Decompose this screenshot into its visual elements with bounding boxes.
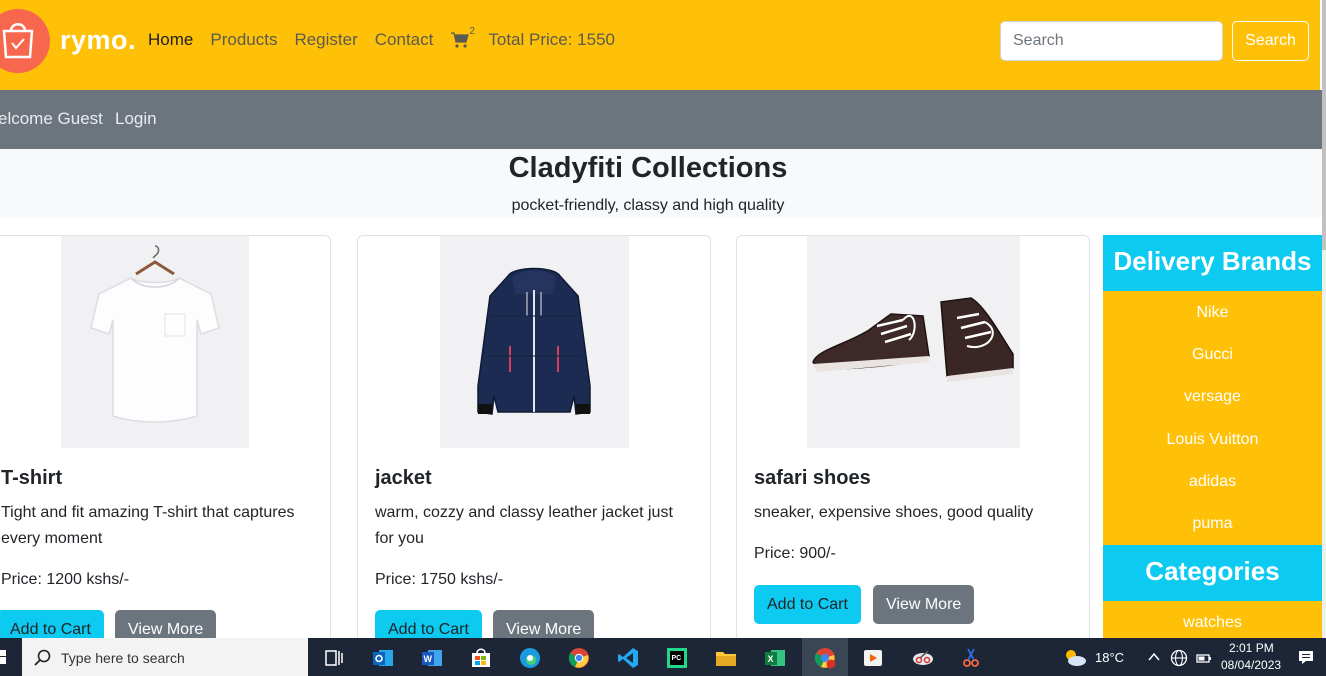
jacket-image (440, 236, 629, 448)
product-name: T-shirt (1, 467, 63, 489)
product-price: Price: 1750 kshs/- (375, 571, 504, 588)
tshirt-image (61, 236, 249, 448)
brand-item-adidas[interactable]: adidas (1103, 473, 1322, 491)
product-description: Tight and fit amazing T-shirt that captu… (1, 504, 295, 547)
taskbar-clock-time[interactable]: 2:01 PM (1229, 641, 1274, 655)
product-card-safari-shoes: safari shoes sneaker, expensive shoes, g… (736, 235, 1090, 655)
microsoft-store-icon[interactable] (470, 647, 492, 669)
chrome-icon[interactable] (568, 647, 590, 669)
weather-cloud-sun-icon[interactable] (1062, 647, 1088, 669)
login-link[interactable]: Login (115, 109, 157, 129)
search-input[interactable] (1000, 21, 1223, 61)
taskbar-search-placeholder: Type here to search (61, 650, 185, 666)
nav-link-register[interactable]: Register (294, 30, 357, 50)
svg-text:PC: PC (672, 655, 682, 662)
product-price: Price: 1200 kshs/- (1, 571, 130, 588)
outlook-icon[interactable] (372, 647, 394, 669)
windows-taskbar: Type here to search W PC X 18°C 2:01 PM … (0, 638, 1326, 676)
add-to-cart-button[interactable]: Add to Cart (754, 585, 861, 624)
view-more-button[interactable]: View More (873, 585, 975, 624)
shopping-bag-logo-icon[interactable] (0, 9, 50, 73)
svg-text:X: X (768, 654, 774, 664)
cart-icon (451, 32, 470, 48)
svg-text:W: W (424, 654, 433, 664)
search-icon (34, 649, 51, 666)
word-icon[interactable]: W (421, 647, 443, 669)
excel-icon[interactable]: X (764, 647, 786, 669)
welcome-guest-text: elcome Guest (0, 109, 103, 128)
snip-sketch-icon[interactable] (960, 647, 982, 669)
sidebar: Delivery Brands Nike Gucci versage Louis… (1103, 235, 1322, 640)
scrollbar-thumb[interactable] (1322, 0, 1326, 250)
brand-name[interactable]: rymo. (60, 25, 136, 56)
taskbar-search-box[interactable]: Type here to search (22, 638, 308, 676)
product-card-jacket: jacket warm, cozzy and classy leather ja… (357, 235, 711, 655)
product-price: Price: 900/- (754, 545, 836, 562)
pycharm-icon[interactable]: PC (666, 647, 688, 669)
chrome-profile-icon[interactable] (814, 647, 836, 669)
product-name: jacket (375, 467, 432, 489)
category-item-watches[interactable]: watches (1103, 614, 1322, 632)
product-description: sneaker, expensive shoes, good quality (754, 504, 1034, 521)
brand-item-puma[interactable]: puma (1103, 515, 1322, 533)
taskbar-clock-date[interactable]: 08/04/2023 (1221, 658, 1281, 672)
battery-icon[interactable] (1195, 649, 1213, 667)
page: rymo. Home Products Register Contact 2 T… (0, 0, 1326, 676)
product-description: warm, cozzy and classy leather jacket ju… (375, 504, 673, 547)
total-price: Total Price: 1550 (488, 30, 615, 49)
task-view-icon[interactable] (323, 647, 345, 669)
search-button[interactable]: Search (1232, 21, 1309, 61)
brand-item-versage[interactable]: versage (1103, 388, 1322, 406)
product-name: safari shoes (754, 467, 871, 489)
top-navbar: rymo. Home Products Register Contact 2 T… (0, 0, 1320, 90)
nav-link-contact[interactable]: Contact (375, 30, 434, 50)
vscode-icon[interactable] (617, 647, 639, 669)
edge-icon[interactable] (519, 647, 541, 669)
cart-link[interactable]: 2 (450, 26, 475, 49)
page-subtitle: pocket-friendly, classy and high quality (511, 197, 785, 214)
shoes-image (807, 236, 1020, 448)
network-globe-icon[interactable] (1170, 649, 1188, 667)
notification-icon[interactable] (1297, 648, 1315, 666)
chevron-up-icon[interactable] (1148, 652, 1160, 662)
media-player-icon[interactable] (862, 647, 884, 669)
brand-item-gucci[interactable]: Gucci (1103, 346, 1322, 364)
brand-item-louis-vuitton[interactable]: Louis Vuitton (1103, 431, 1322, 449)
secondary-navbar: elcome Guest Login (0, 90, 1322, 149)
brand-item-nike[interactable]: Nike (1103, 304, 1322, 322)
page-scrollbar[interactable] (1322, 0, 1326, 638)
nav-link-home[interactable]: Home (148, 30, 193, 50)
categories-heading: Categories (1103, 545, 1322, 601)
delivery-brands-heading: Delivery Brands (1103, 235, 1322, 291)
hero-section: Cladyfiti Collections pocket-friendly, c… (0, 149, 1322, 218)
file-explorer-icon[interactable] (715, 647, 737, 669)
windows-start-icon[interactable] (0, 650, 6, 664)
page-title: Cladyfiti Collections (508, 152, 788, 184)
nav-links: Home Products Register Contact 2 Total P… (148, 26, 632, 50)
nav-link-products[interactable]: Products (210, 30, 277, 50)
product-card-tshirt: T-shirt Tight and fit amazing T-shirt th… (0, 235, 331, 655)
weather-temperature[interactable]: 18°C (1095, 650, 1124, 665)
snipping-tool-icon[interactable] (912, 647, 934, 669)
cart-count-badge: 2 (469, 26, 475, 37)
